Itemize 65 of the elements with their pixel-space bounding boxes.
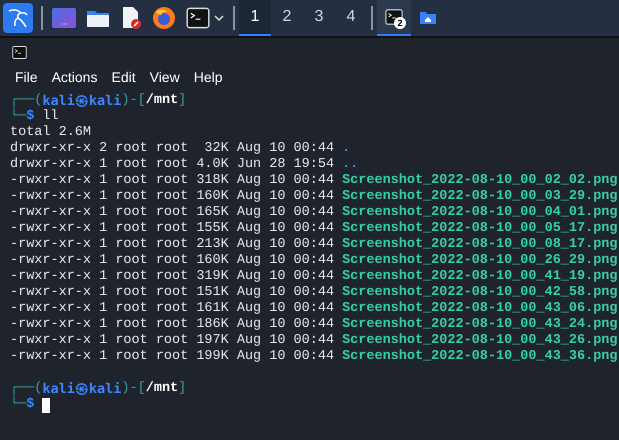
prompt-path: /mnt (146, 381, 178, 397)
chevron-down-icon[interactable] (214, 14, 224, 22)
prompt-bracket: ] (178, 93, 186, 109)
workspace-tab[interactable]: 3 (303, 0, 335, 36)
prompt-symbol: $ (26, 397, 34, 413)
file-details: -rwxr-xr-x 1 root root 199K Aug 10 00:44 (10, 349, 334, 365)
prompt-user: kali㉿kali (42, 93, 122, 109)
menu-item[interactable]: File (15, 66, 38, 88)
terminal-icon (12, 44, 27, 60)
prompt-symbol: $ (26, 109, 34, 125)
file-details: -rwxr-xr-x 1 root root 213K Aug 10 00:44 (10, 237, 334, 253)
file-name: Screenshot_2022-08-10_00_04_01.png (342, 205, 618, 221)
command-text: ll (42, 109, 59, 125)
file-details: -rwxr-xr-x 1 root root 151K Aug 10 00:44 (10, 285, 334, 301)
prompt-user: kali㉿kali (42, 381, 122, 397)
desktop-icon (52, 8, 76, 28)
file-name: Screenshot_2022-08-10_00_43_24.png (342, 317, 618, 333)
file-details: -rwxr-xr-x 1 root root 186K Aug 10 00:44 (10, 317, 334, 333)
file-name: Screenshot_2022-08-10_00_43_26.png (342, 333, 618, 349)
output-line: total 2.6M (10, 125, 92, 141)
prompt-separator: )-[ (121, 381, 146, 397)
prompt-bracket: ] (178, 381, 186, 397)
file-name: Screenshot_2022-08-10_00_02_02.png (342, 173, 618, 189)
text-cursor (42, 398, 50, 412)
file-name: Screenshot_2022-08-10_00_41_19.png (342, 269, 618, 285)
menu-item[interactable]: View (150, 66, 180, 88)
file-details: drwxr-xr-x 1 root root 4.0K Jun 28 19:54 (10, 157, 334, 173)
menu-item[interactable]: Edit (111, 66, 136, 88)
menu-item[interactable]: Help (194, 66, 222, 88)
file-name: .. (342, 157, 358, 173)
prompt-frame: ┌──( (10, 381, 42, 397)
folder-icon (86, 8, 110, 28)
prompt-path: /mnt (146, 93, 178, 109)
file-name: Screenshot_2022-08-10_00_03_29.png (342, 189, 618, 205)
terminal-icon (186, 6, 210, 30)
count-badge: 2 (394, 17, 406, 29)
file-name: Screenshot_2022-08-10_00_42_58.png (342, 285, 618, 301)
prompt-frame: └─ (10, 109, 26, 125)
prompt-frame: ┌──( (10, 93, 42, 109)
file-name: Screenshot_2022-08-10_00_05_17.png (342, 221, 618, 237)
file-details: -rwxr-xr-x 1 root root 319K Aug 10 00:44 (10, 269, 334, 285)
file-name: . (342, 141, 350, 157)
file-details: -rwxr-xr-x 1 root root 161K Aug 10 00:44 (10, 301, 334, 317)
file-details: drwxr-xr-x 2 root root 32K Aug 10 00:44 (10, 141, 334, 157)
prompt-frame: └─ (10, 397, 26, 413)
browser-icon (152, 6, 176, 30)
workspace-tab[interactable]: 4 (335, 0, 367, 36)
file-details: -rwxr-xr-x 1 root root 197K Aug 10 00:44 (10, 333, 334, 349)
home-folder-icon (420, 10, 436, 24)
task-button[interactable]: 2 (377, 0, 411, 36)
file-name: Screenshot_2022-08-10_00_26_29.png (342, 253, 618, 269)
file-details: -rwxr-xr-x 1 root root 318K Aug 10 00:44 (10, 173, 334, 189)
file-name: Screenshot_2022-08-10_00_43_06.png (342, 301, 618, 317)
text-editor-icon (120, 6, 142, 30)
file-name: Screenshot_2022-08-10_00_43_36.png (342, 349, 618, 365)
workspace-tab[interactable]: 1 (239, 0, 271, 36)
file-details: -rwxr-xr-x 1 root root 160K Aug 10 00:44 (10, 189, 334, 205)
prompt-separator: )-[ (121, 93, 146, 109)
file-name: Screenshot_2022-08-10_00_08_17.png (342, 237, 618, 253)
kali-menu-button[interactable] (3, 3, 33, 33)
workspace-tab[interactable]: 2 (271, 0, 303, 36)
file-details: -rwxr-xr-x 1 root root 160K Aug 10 00:44 (10, 253, 334, 269)
menu-item[interactable]: Actions (52, 66, 98, 88)
file-details: -rwxr-xr-x 1 root root 155K Aug 10 00:44 (10, 221, 334, 237)
file-details: -rwxr-xr-x 1 root root 165K Aug 10 00:44 (10, 205, 334, 221)
